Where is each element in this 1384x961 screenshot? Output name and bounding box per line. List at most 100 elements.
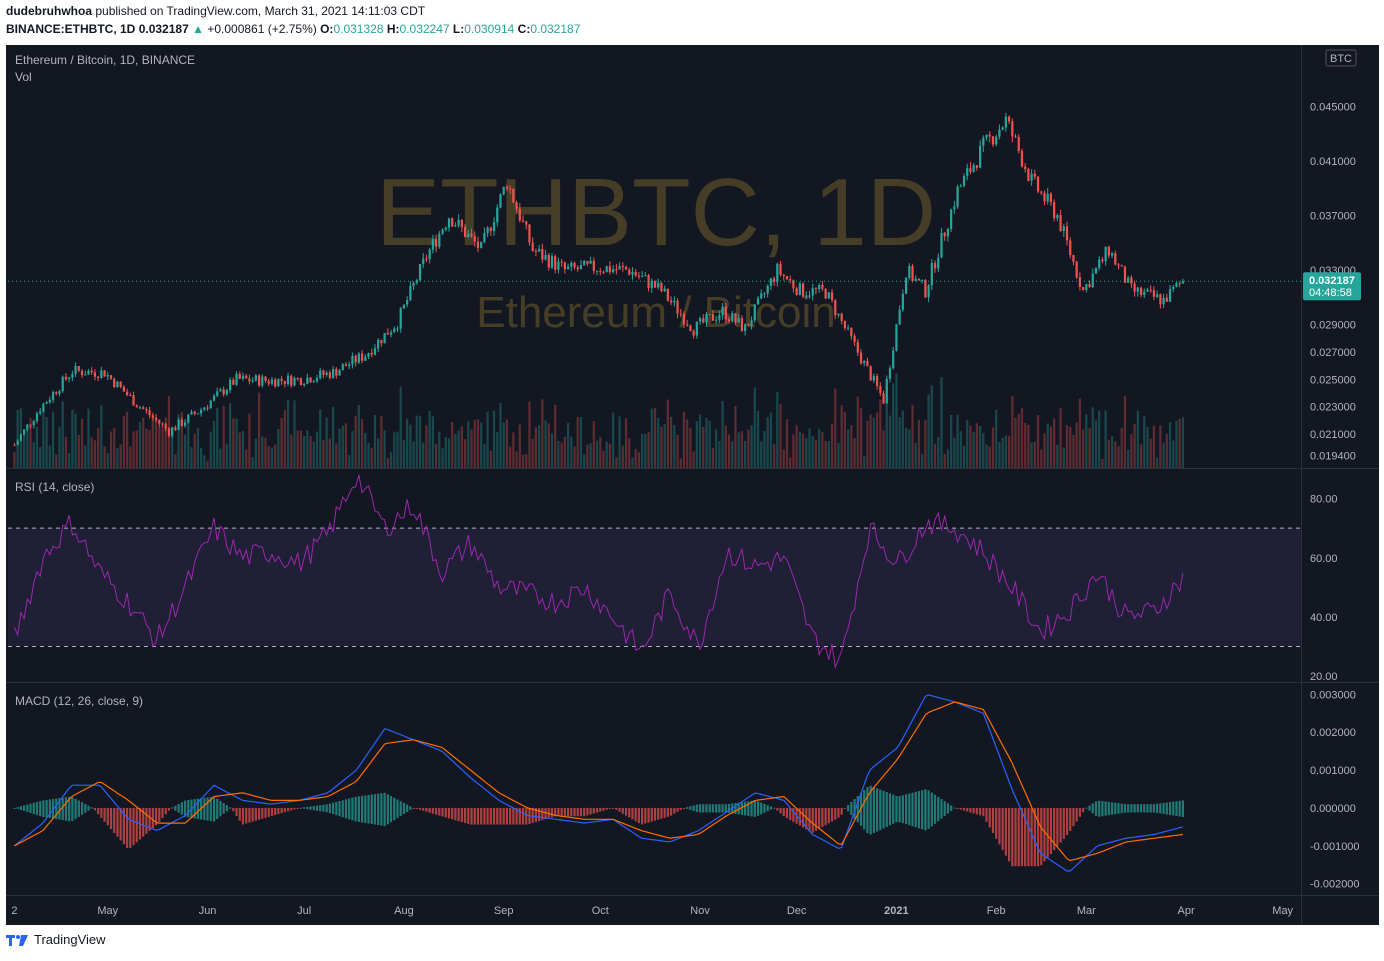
candle[interactable] xyxy=(1091,273,1094,288)
candle[interactable] xyxy=(293,378,296,386)
candle[interactable] xyxy=(264,376,267,381)
candle[interactable] xyxy=(354,355,357,363)
candle[interactable] xyxy=(766,285,769,294)
candle[interactable] xyxy=(190,411,193,415)
candle[interactable] xyxy=(280,378,283,381)
candle[interactable] xyxy=(837,313,840,316)
candle[interactable] xyxy=(1046,193,1049,202)
candle[interactable] xyxy=(634,271,637,276)
candle[interactable] xyxy=(77,366,80,371)
candle[interactable] xyxy=(55,392,58,394)
candle[interactable] xyxy=(1088,284,1091,288)
candle[interactable] xyxy=(180,419,183,426)
candle[interactable] xyxy=(991,136,995,145)
candle[interactable] xyxy=(1143,291,1146,296)
candle[interactable] xyxy=(1036,176,1040,192)
candle[interactable] xyxy=(13,444,16,446)
candle[interactable] xyxy=(927,285,930,298)
candle[interactable] xyxy=(583,261,586,266)
candle[interactable] xyxy=(232,379,235,385)
candle[interactable] xyxy=(744,324,747,332)
candle[interactable] xyxy=(631,271,634,275)
candle[interactable] xyxy=(315,378,319,382)
candle[interactable] xyxy=(772,278,776,282)
candle[interactable] xyxy=(360,353,364,361)
candle[interactable] xyxy=(367,353,370,357)
candle[interactable] xyxy=(486,227,489,234)
candle[interactable] xyxy=(100,370,103,379)
candle[interactable] xyxy=(1043,192,1046,202)
candle[interactable] xyxy=(428,249,431,260)
candle[interactable] xyxy=(373,348,377,355)
candle[interactable] xyxy=(248,378,251,382)
candle[interactable] xyxy=(875,376,879,387)
candle[interactable] xyxy=(879,386,882,394)
candle[interactable] xyxy=(364,356,367,361)
candle[interactable] xyxy=(51,392,55,400)
candle[interactable] xyxy=(303,383,306,386)
candle[interactable] xyxy=(1130,277,1133,284)
candle[interactable] xyxy=(888,368,892,379)
candle[interactable] xyxy=(438,233,441,247)
candle[interactable] xyxy=(212,395,216,401)
candle[interactable] xyxy=(406,300,409,305)
candle[interactable] xyxy=(164,424,167,429)
candle[interactable] xyxy=(930,263,933,286)
candle[interactable] xyxy=(58,391,61,394)
candle[interactable] xyxy=(84,374,87,376)
candle[interactable] xyxy=(154,417,158,420)
candle[interactable] xyxy=(834,300,837,316)
candle[interactable] xyxy=(473,235,476,242)
candle[interactable] xyxy=(457,219,460,226)
candle[interactable] xyxy=(724,306,727,320)
candle[interactable] xyxy=(1104,246,1107,262)
candle[interactable] xyxy=(547,255,550,268)
candle[interactable] xyxy=(760,293,763,299)
candle[interactable] xyxy=(45,402,48,404)
candle[interactable] xyxy=(196,413,200,415)
candle[interactable] xyxy=(917,278,921,281)
candle[interactable] xyxy=(187,414,190,423)
candle[interactable] xyxy=(1133,283,1136,292)
candle[interactable] xyxy=(1014,136,1017,138)
candle[interactable] xyxy=(863,360,866,364)
candle[interactable] xyxy=(554,256,557,270)
candle[interactable] xyxy=(489,227,492,232)
candle[interactable] xyxy=(177,419,180,430)
candle[interactable] xyxy=(673,300,676,303)
candle[interactable] xyxy=(1110,253,1114,256)
candle[interactable] xyxy=(789,279,792,281)
candle[interactable] xyxy=(847,327,850,329)
candle[interactable] xyxy=(312,381,315,383)
candle[interactable] xyxy=(35,413,39,422)
candle[interactable] xyxy=(319,370,322,379)
candle[interactable] xyxy=(106,375,109,377)
candle[interactable] xyxy=(534,250,538,252)
candle[interactable] xyxy=(399,308,402,329)
candle[interactable] xyxy=(975,165,978,168)
candle[interactable] xyxy=(431,239,435,250)
candle[interactable] xyxy=(579,265,583,270)
candle[interactable] xyxy=(747,324,750,326)
candle[interactable] xyxy=(972,165,975,172)
candle[interactable] xyxy=(621,266,624,268)
candle[interactable] xyxy=(386,333,389,335)
candle[interactable] xyxy=(470,233,473,236)
candle[interactable] xyxy=(521,220,525,222)
candle[interactable] xyxy=(341,364,344,371)
candle[interactable] xyxy=(779,263,782,275)
candle[interactable] xyxy=(1172,286,1175,290)
candle[interactable] xyxy=(151,415,154,418)
candle[interactable] xyxy=(335,369,338,376)
candle[interactable] xyxy=(731,313,734,322)
candle[interactable] xyxy=(161,423,164,425)
candle[interactable] xyxy=(412,282,415,286)
chart-frame[interactable]: ETHBTC, 1D Ethereum / Bitcoin 0.019400 0.02… xyxy=(6,45,1379,925)
candle[interactable] xyxy=(892,350,895,369)
candle[interactable] xyxy=(946,229,950,237)
candle[interactable] xyxy=(715,319,718,321)
candle[interactable] xyxy=(557,261,560,270)
candle[interactable] xyxy=(657,282,660,288)
candle[interactable] xyxy=(908,266,911,278)
candle[interactable] xyxy=(679,313,682,315)
